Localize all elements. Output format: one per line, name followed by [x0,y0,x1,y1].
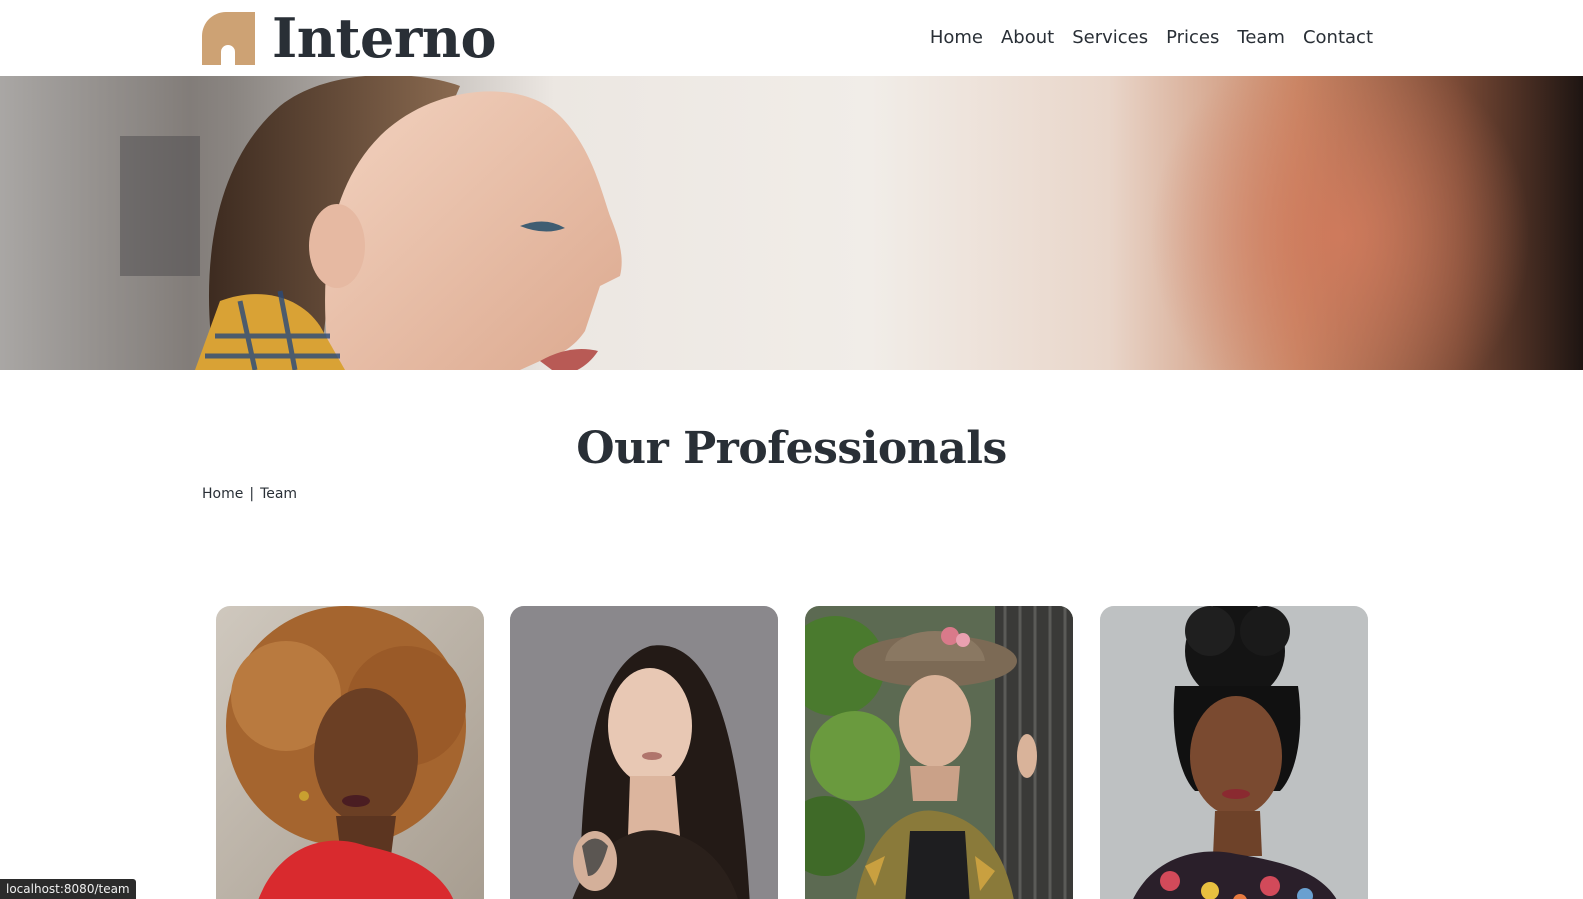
nav-contact[interactable]: Contact [1303,24,1373,52]
team-member-photo [1100,606,1368,899]
hero-banner-image [0,76,1583,370]
main-nav: Home About Services Prices Team Contact [912,24,1373,52]
team-card[interactable] [216,606,484,899]
brand-name: Interno [272,6,497,70]
team-member-photo [510,606,778,899]
team-member-photo [805,606,1073,899]
page-title: Our Professionals [576,423,1007,474]
logo-link[interactable]: Interno [202,6,497,70]
team-card[interactable] [510,606,778,899]
site-header: Interno Home About Services Prices Team … [0,0,1583,76]
nav-team[interactable]: Team [1237,24,1285,52]
team-card[interactable] [1100,606,1368,899]
status-bar-url: localhost:8080/team [0,879,136,899]
nav-prices[interactable]: Prices [1166,24,1219,52]
team-card[interactable] [805,606,1073,899]
nav-services[interactable]: Services [1072,24,1148,52]
nav-about[interactable]: About [1001,24,1054,52]
breadcrumb: Home | Team [202,486,297,502]
breadcrumb-home[interactable]: Home [202,486,243,502]
breadcrumb-current: Team [260,486,298,502]
team-member-photo [216,606,484,899]
breadcrumb-separator: | [249,486,255,502]
logo-icon [202,11,255,65]
nav-home[interactable]: Home [930,24,983,52]
